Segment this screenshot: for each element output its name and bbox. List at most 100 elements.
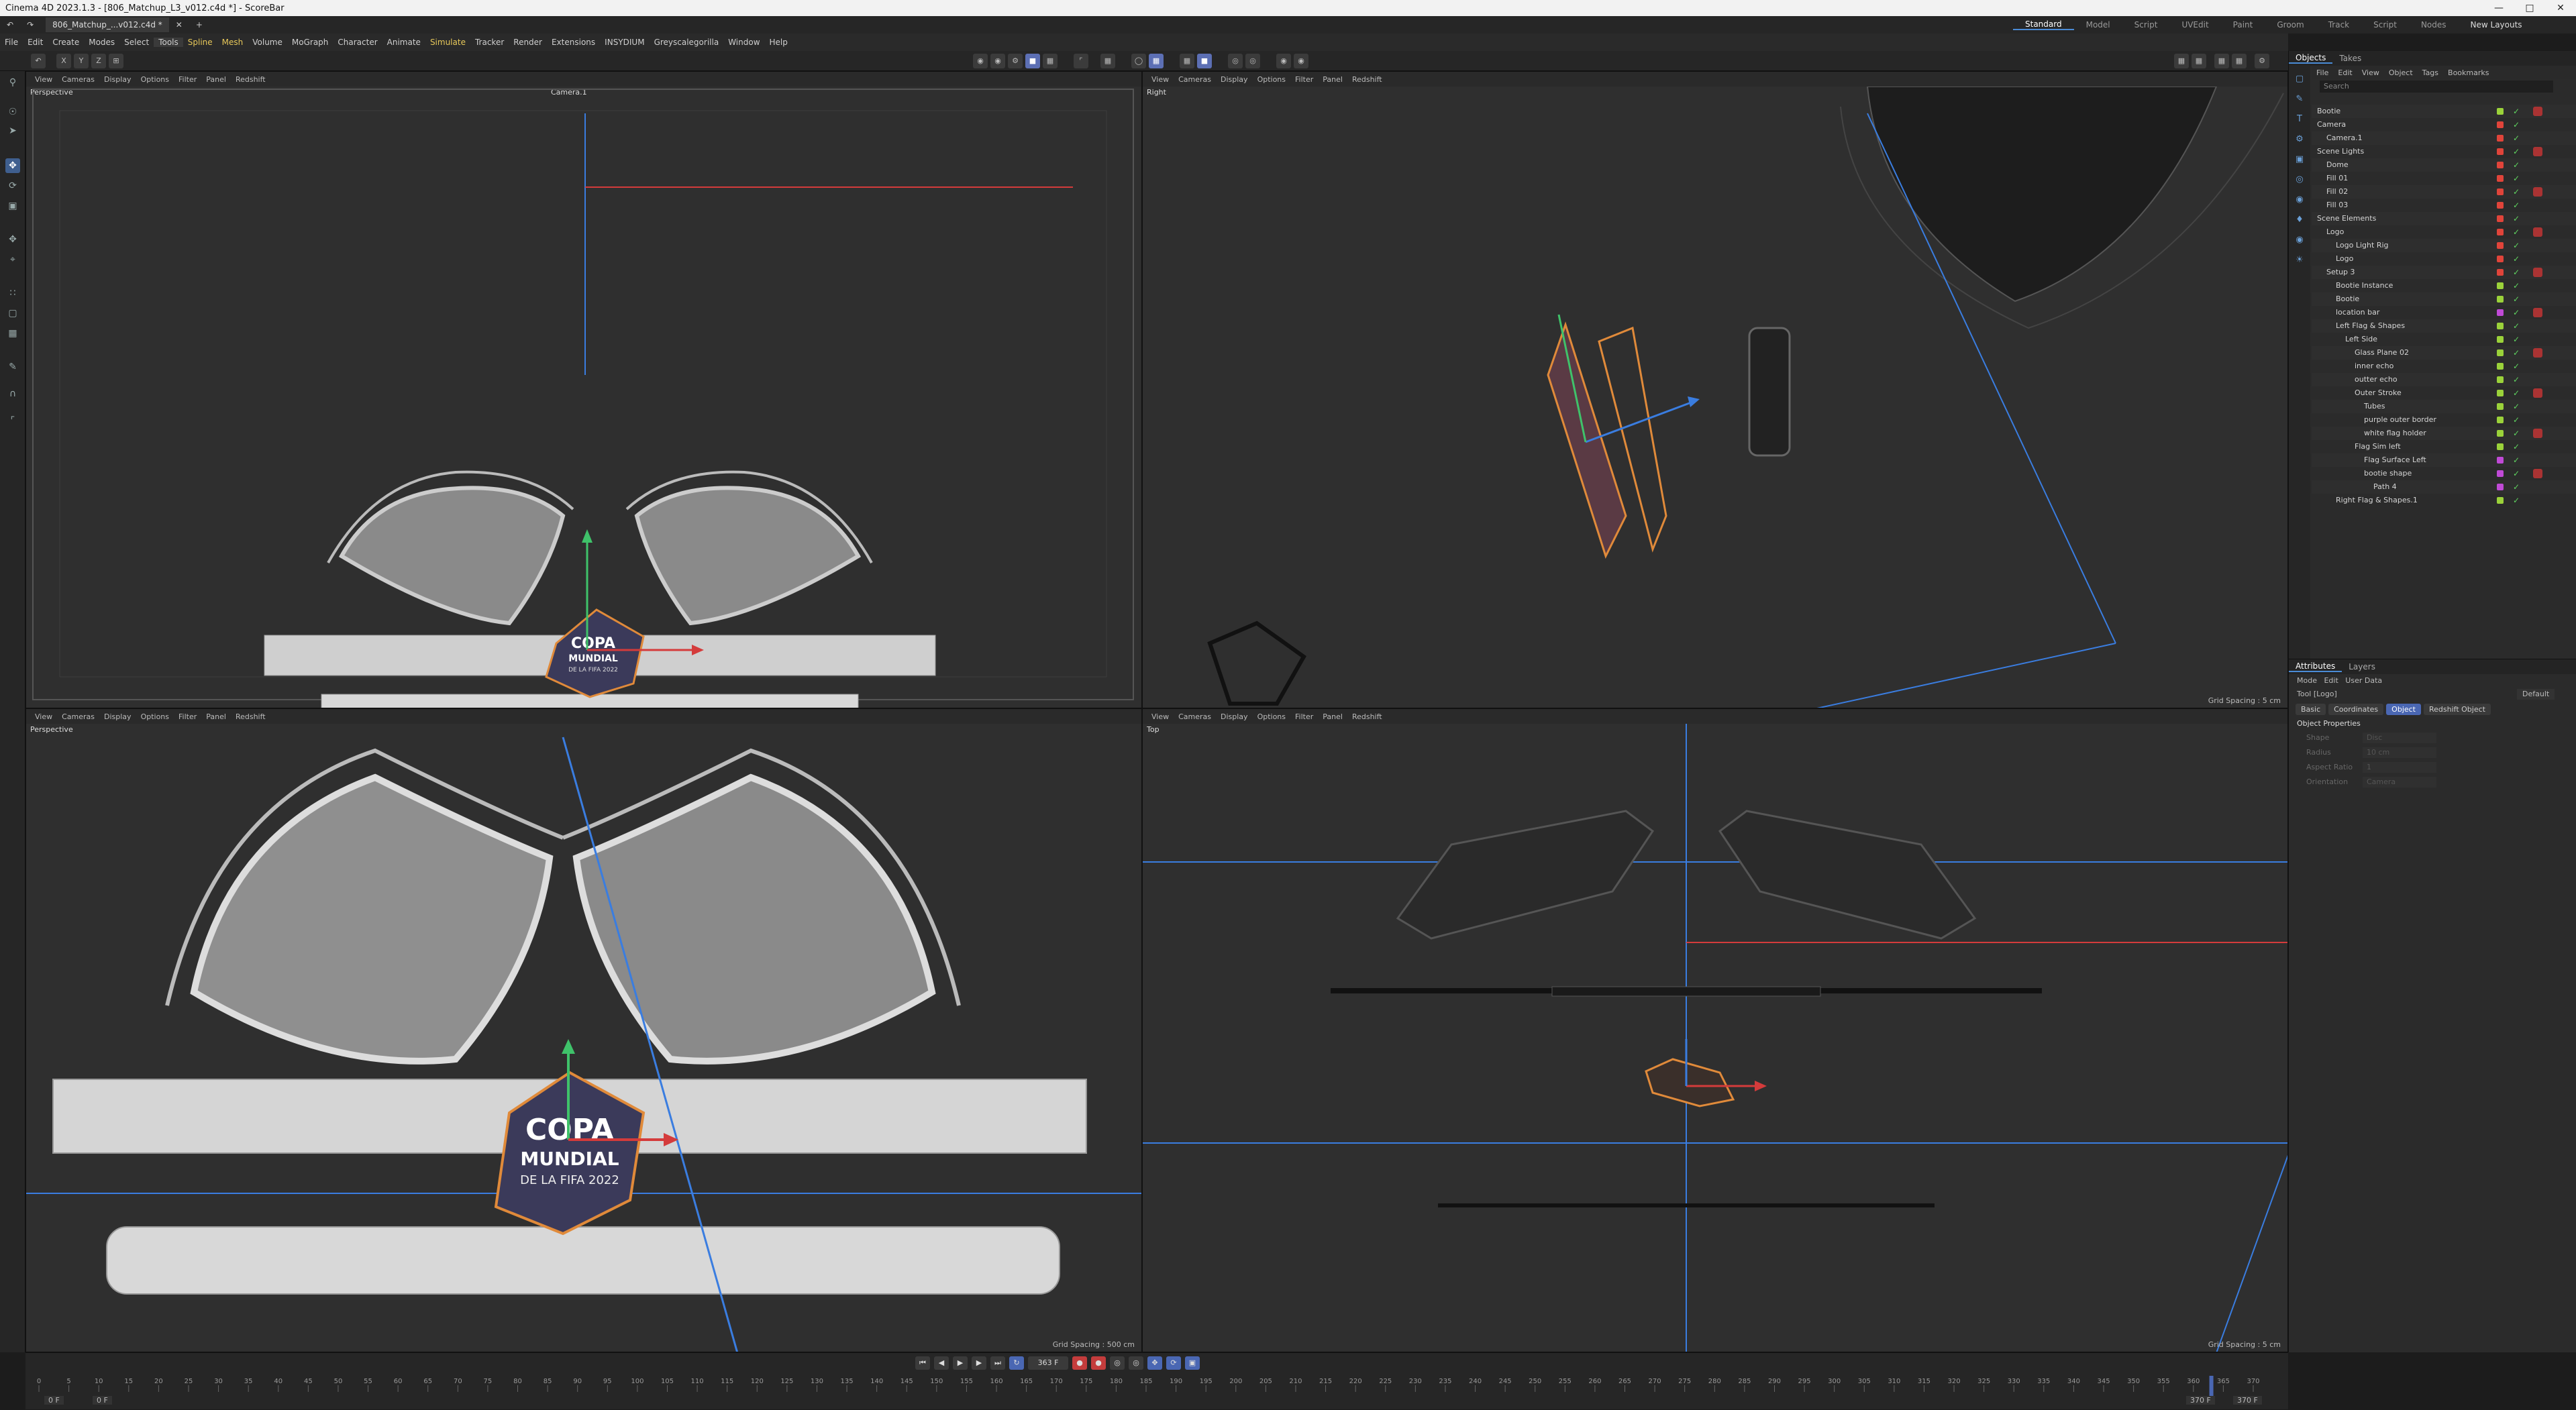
layout-model[interactable]: Model (2074, 20, 2122, 30)
object-row[interactable]: Fill 02 ✓ (2312, 185, 2576, 199)
magnet-icon[interactable]: ∩ (5, 386, 20, 401)
preview-end-field[interactable]: 370 F (2186, 1396, 2215, 1405)
maximize-icon[interactable]: □ (2514, 0, 2545, 16)
vp-menu-redshift[interactable]: Redshift (231, 712, 270, 721)
object-row[interactable]: Scene Lights ✓ (2312, 145, 2576, 158)
rotate-tool-icon[interactable]: ⟳ (5, 178, 20, 193)
undo-icon[interactable]: ↶ (0, 18, 20, 32)
object-row[interactable]: outter echo ✓ (2312, 373, 2576, 386)
layer-color-swatch[interactable] (2497, 188, 2504, 195)
menu-tools[interactable]: Tools (154, 38, 183, 47)
new-tab-button[interactable]: + (189, 18, 209, 32)
edges-mode-icon[interactable]: ▢ (5, 306, 20, 321)
axis-z-icon[interactable]: Z (91, 54, 106, 68)
interactive-render-icon[interactable]: ■ (1025, 54, 1040, 68)
object-row[interactable]: Scene Elements ✓ (2312, 212, 2576, 225)
menu-render[interactable]: Render (509, 38, 547, 47)
menu-animate[interactable]: Animate (382, 38, 425, 47)
generator-icon[interactable]: ⚙ (2293, 133, 2306, 146)
layer-color-swatch[interactable] (2497, 135, 2504, 142)
vp-menu-redshift[interactable]: Redshift (231, 75, 270, 84)
object-row[interactable]: Logo ✓ (2312, 252, 2576, 266)
viewport-top-right[interactable]: View Cameras Display Options Filter Pane… (1142, 71, 2288, 708)
menu-character[interactable]: Character (333, 38, 382, 47)
camera-side-icon[interactable]: ◉ (2293, 233, 2306, 247)
visibility-check-icon[interactable]: ✓ (2513, 279, 2520, 292)
layer-color-swatch[interactable] (2497, 282, 2504, 289)
layer-color-swatch[interactable] (2497, 296, 2504, 303)
visibility-check-icon[interactable]: ✓ (2513, 292, 2520, 306)
motion-system-icon[interactable]: ◎ (1129, 1356, 1143, 1370)
object-row[interactable]: Fill 01 ✓ (2312, 172, 2576, 185)
visibility-check-icon[interactable]: ✓ (2513, 225, 2520, 239)
material-tag-icon[interactable] (2533, 429, 2542, 438)
visibility-check-icon[interactable]: ✓ (2513, 105, 2520, 118)
timeline-ruler[interactable]: 0 5 10 15 20 25 30 35 40 45 50 55 60 65 70 75 80 85 90 95 10… (25, 1376, 2288, 1396)
layout-script[interactable]: Script (2122, 20, 2170, 30)
material-tag-icon[interactable] (2533, 308, 2542, 317)
vp-menu-view[interactable]: View (30, 75, 57, 84)
tag-icon[interactable]: ♦ (2293, 213, 2306, 227)
layer-color-swatch[interactable] (2497, 417, 2504, 423)
new-layouts-button[interactable]: New Layouts (2459, 20, 2534, 30)
visibility-check-icon[interactable]: ✓ (2513, 400, 2520, 413)
layout-track[interactable]: Track (2316, 20, 2361, 30)
visibility-check-icon[interactable]: ✓ (2513, 306, 2520, 319)
vp-menu-display[interactable]: Display (1216, 75, 1253, 84)
vp-menu-panel[interactable]: Panel (201, 712, 231, 721)
layout-3-icon[interactable]: ■ (1197, 54, 1212, 68)
material-tag-icon[interactable] (2533, 227, 2542, 237)
layer-color-swatch[interactable] (2497, 363, 2504, 370)
object-row[interactable]: Bootie ✓ (2312, 105, 2576, 118)
vp-menu-filter[interactable]: Filter (1290, 712, 1318, 721)
object-row[interactable]: Right Flag & Shapes.1 ✓ (2312, 494, 2576, 507)
visibility-check-icon[interactable]: ✓ (2513, 494, 2520, 507)
transform-tool-icon[interactable]: ✥ (5, 232, 20, 247)
obj-menu-object[interactable]: Object (2384, 68, 2418, 77)
coordinate-system-icon[interactable]: ⊞ (109, 54, 123, 68)
deformer-side-icon[interactable]: ◎ (2293, 173, 2306, 186)
menu-extensions[interactable]: Extensions (547, 38, 600, 47)
viewport-top-left[interactable]: View Cameras Display Options Filter Pane… (25, 71, 1142, 708)
minimize-icon[interactable]: — (2483, 0, 2514, 16)
layer-color-swatch[interactable] (2497, 162, 2504, 168)
attr-menu-mode[interactable]: Mode (2297, 676, 2317, 685)
layout-nodes[interactable]: Nodes (2409, 20, 2459, 30)
visibility-check-icon[interactable]: ✓ (2513, 145, 2520, 158)
menu-mograph[interactable]: MoGraph (287, 38, 333, 47)
menu-modes[interactable]: Modes (84, 38, 119, 47)
menu-select[interactable]: Select (119, 38, 154, 47)
object-row[interactable]: Setup 3 ✓ (2312, 266, 2576, 279)
document-tab[interactable]: 806_Matchup_...v012.c4d * (46, 17, 169, 32)
text-icon[interactable]: T (2293, 113, 2306, 126)
snap-icon[interactable]: ⌜ (1074, 54, 1088, 68)
key-rotation-icon[interactable]: ⟳ (1166, 1356, 1181, 1370)
vp-menu-options[interactable]: Options (1253, 712, 1290, 721)
layer-color-swatch[interactable] (2497, 497, 2504, 504)
vp-menu-options[interactable]: Options (136, 75, 174, 84)
axis-x-icon[interactable]: X (56, 54, 71, 68)
start-frame-field[interactable]: 0 F (44, 1396, 64, 1405)
visibility-check-icon[interactable]: ✓ (2513, 333, 2520, 346)
vp-menu-panel[interactable]: Panel (201, 75, 231, 84)
vp-menu-panel[interactable]: Panel (1318, 712, 1347, 721)
menu-insydium[interactable]: INSYDIUM (600, 38, 649, 47)
vp-menu-display[interactable]: Display (99, 712, 136, 721)
prop-radius-value[interactable]: 10 cm (2363, 747, 2436, 758)
layer-color-swatch[interactable] (2497, 457, 2504, 464)
menu-spline[interactable]: Spline (183, 38, 217, 47)
polygons-mode-icon[interactable]: ▦ (5, 326, 20, 341)
layer-color-swatch[interactable] (2497, 256, 2504, 262)
render-active-icon[interactable]: ▦ (2192, 54, 2206, 68)
tab-objects[interactable]: Objects (2289, 53, 2333, 64)
end-frame-field[interactable]: 370 F (2233, 1396, 2262, 1405)
visibility-check-icon[interactable]: ✓ (2513, 413, 2520, 427)
layer-color-swatch[interactable] (2497, 390, 2504, 396)
visibility-check-icon[interactable]: ✓ (2513, 427, 2520, 440)
material-tag-icon[interactable] (2533, 147, 2542, 156)
key-scale-icon[interactable]: ▣ (1185, 1356, 1200, 1370)
redo-icon[interactable]: ↷ (20, 18, 40, 32)
visibility-check-icon[interactable]: ✓ (2513, 185, 2520, 199)
workplane-icon[interactable]: ▦ (1100, 54, 1115, 68)
render-settings-2-icon[interactable]: ⚙ (2255, 54, 2269, 68)
